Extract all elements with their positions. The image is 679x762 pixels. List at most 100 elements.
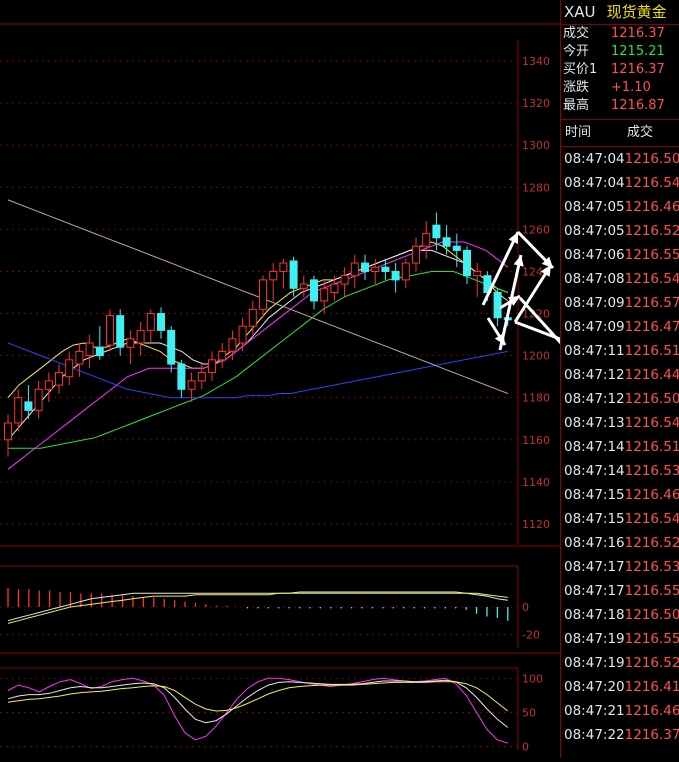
tick-row[interactable]: 08:47:19 1216.55: [561, 627, 679, 651]
candle-body: [289, 260, 298, 289]
tick-price: 1216.50: [624, 391, 679, 407]
arrow-head: [513, 255, 524, 267]
candle-body: [4, 422, 12, 441]
tick-row[interactable]: 08:47:09 1216.47: [561, 315, 679, 339]
kdj-line: [7, 677, 508, 744]
tick-row[interactable]: 08:47:22 1216.37: [561, 723, 679, 747]
tick-time: 08:47:06: [564, 247, 625, 263]
candle-body: [320, 287, 329, 302]
macd-line: [7, 591, 508, 622]
tick-row[interactable]: 08:47:15 1216.54: [561, 507, 679, 531]
tick-price: 1216.50: [624, 151, 679, 167]
tick-row[interactable]: 08:47:12 1216.50: [561, 387, 679, 411]
quote-field-label: 涨跌: [563, 80, 590, 95]
tick-price: 1216.52: [624, 223, 679, 239]
tick-row[interactable]: 08:47:19 1216.52: [561, 651, 679, 675]
y-tick-label: 1320: [522, 97, 550, 110]
candle-body: [432, 224, 441, 239]
quote-panel: XAU 现货黄金 成交 1216.37 今开 1215.21 买价1 1216.37 涨跌 +…: [560, 0, 679, 758]
candle-body: [187, 380, 196, 390]
tick-row[interactable]: 08:47:05 1216.46: [561, 195, 679, 219]
tick-price: 1216.52: [624, 535, 679, 551]
candle-body: [65, 359, 74, 378]
tick-row[interactable]: 08:47:09 1216.57: [561, 291, 679, 315]
tick-time: 08:47:09: [564, 295, 625, 311]
tick-row[interactable]: 08:47:14 1216.51: [561, 435, 679, 459]
tick-row[interactable]: 08:47:04 1216.50: [561, 147, 679, 171]
tick-price: 1216.44: [624, 367, 679, 383]
candle-body: [238, 325, 247, 344]
candle-body: [116, 315, 125, 348]
y-tick-label: 1260: [522, 223, 550, 236]
tick-row[interactable]: 08:47:20 1216.41: [561, 675, 679, 699]
tick-time: 08:47:19: [564, 631, 625, 647]
y-tick-label: 1160: [522, 434, 550, 447]
quote-field-row: 买价1 1216.37: [561, 61, 679, 79]
candle-body: [85, 342, 94, 357]
quote-field-row: 最高 1216.87: [561, 97, 679, 115]
candle-body: [269, 270, 278, 281]
symbol-code: XAU: [564, 3, 596, 21]
tick-price: 1216.47: [624, 319, 679, 335]
tick-price: 1216.55: [624, 631, 679, 647]
tick-row[interactable]: 08:47:04 1216.54: [561, 171, 679, 195]
candlestick-chart[interactable]: 1340132013001280126012401220120011801160…: [0, 0, 656, 758]
y-tick-label: 1300: [522, 139, 550, 152]
symbol-name: 现货黄金: [606, 3, 667, 21]
tick-price: 1216.51: [624, 439, 679, 455]
tick-row[interactable]: 08:47:14 1216.53: [561, 459, 679, 483]
candle-body: [106, 315, 114, 346]
candle-body: [177, 363, 186, 390]
tick-time: 08:47:20: [564, 679, 625, 695]
tick-row[interactable]: 08:47:06 1216.55: [561, 243, 679, 267]
tick-row[interactable]: 08:47:16 1216.52: [561, 531, 679, 555]
tick-row[interactable]: 08:47:15 1216.46: [561, 483, 679, 507]
tick-row[interactable]: 08:47:18 1216.50: [561, 603, 679, 627]
quote-field-value: 1216.37: [611, 26, 665, 41]
tick-time: 08:47:17: [564, 583, 625, 599]
y-tick-label: 1340: [522, 55, 550, 68]
tick-row[interactable]: 08:47:11 1216.51: [561, 339, 679, 363]
tick-price: 1216.57: [624, 295, 679, 311]
candle-body: [259, 279, 267, 310]
quote-field-value: 1216.87: [611, 98, 665, 113]
tick-price: 1216.46: [624, 199, 679, 215]
tick-time: 08:47:17: [564, 559, 625, 575]
tick-row[interactable]: 08:47:08 1216.54: [561, 267, 679, 291]
tick-price: 1216.54: [624, 271, 679, 287]
candle-body: [146, 313, 155, 331]
chart-area[interactable]: 1340132013001280126012401220120011801160…: [0, 0, 656, 758]
quote-field-row: 涨跌 +1.10: [561, 79, 679, 97]
candle-body: [473, 270, 482, 277]
candle-body: [126, 338, 135, 348]
tick-row[interactable]: 08:47:17 1216.55: [561, 579, 679, 603]
y-tick-label: 100: [522, 672, 543, 685]
candle-body: [350, 262, 359, 277]
tick-time: 08:47:15: [564, 487, 625, 503]
ticks-list[interactable]: 08:47:04 1216.50 08:47:04 1216.54 08:47:05 12…: [561, 147, 679, 747]
candle-body: [34, 388, 43, 411]
candle-body: [442, 237, 451, 247]
candle-body: [463, 249, 471, 277]
candle-body: [340, 275, 349, 285]
candle-body: [299, 283, 308, 289]
tick-price: 1216.46: [624, 703, 679, 719]
tick-time: 08:47:18: [564, 607, 625, 623]
tick-row[interactable]: 08:47:12 1216.44: [561, 363, 679, 387]
y-tick-label: 1180: [522, 392, 550, 405]
tick-row[interactable]: 08:47:13 1216.54: [561, 411, 679, 435]
tick-price: 1216.46: [624, 487, 679, 503]
tick-price: 1216.41: [624, 679, 679, 695]
y-tick-label: 1140: [522, 476, 550, 489]
tick-row[interactable]: 08:47:17 1216.53: [561, 555, 679, 579]
tick-time: 08:47:05: [564, 199, 625, 215]
ticks-header-time: 时间: [565, 125, 592, 140]
candle-body: [493, 292, 502, 319]
candle-body: [361, 262, 369, 272]
tick-row[interactable]: 08:47:05 1216.52: [561, 219, 679, 243]
tick-price: 1216.53: [624, 559, 679, 575]
y-tick-label: 1200: [522, 350, 550, 363]
y-tick-label: 1120: [522, 518, 550, 531]
y-tick-label: 0: [522, 601, 529, 614]
tick-row[interactable]: 08:47:21 1216.46: [561, 699, 679, 723]
